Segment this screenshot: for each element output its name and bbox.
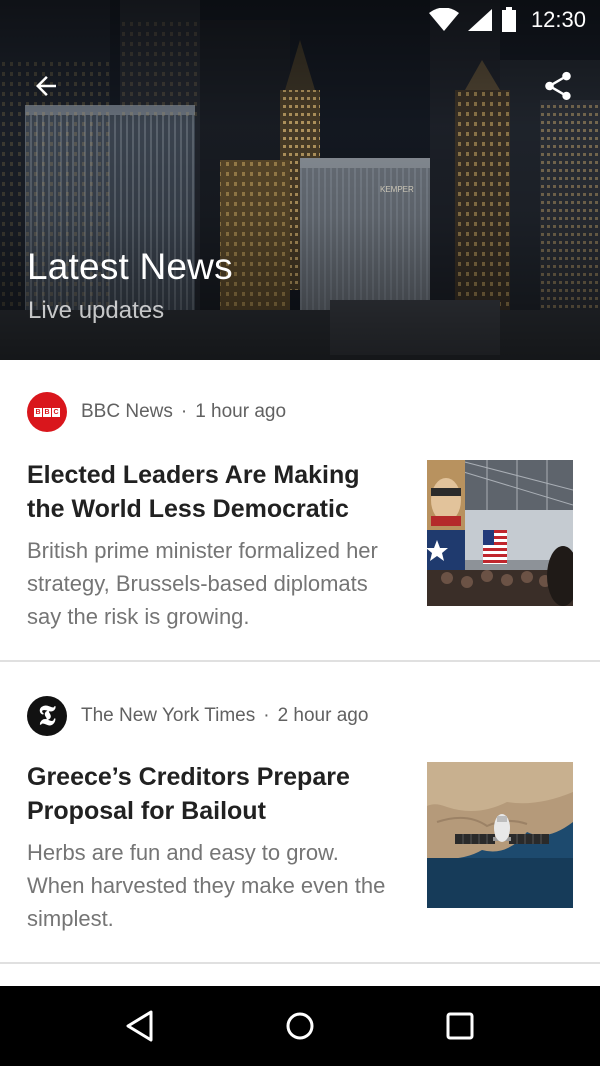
article-source: BBC News xyxy=(81,401,173,422)
battery-icon xyxy=(501,7,517,33)
article-card[interactable]: 𝕿 The New York Times · 2 hour ago Greece… xyxy=(0,662,600,964)
recents-square-icon xyxy=(446,1012,474,1040)
rally-with-american-flag-image xyxy=(427,460,573,606)
article-summary: British prime minister formalized her st… xyxy=(27,538,378,629)
nav-home-button[interactable] xyxy=(260,996,340,1056)
cellular-signal-icon xyxy=(467,8,493,32)
nav-recents-button[interactable] xyxy=(420,996,500,1056)
article-title[interactable]: Greece’s Creditors Prepare Proposal for … xyxy=(27,760,397,828)
system-nav-bar xyxy=(0,986,600,1066)
satellite-over-earth-image xyxy=(427,762,573,908)
source-separator: · xyxy=(180,401,188,422)
article-thumbnail[interactable] xyxy=(427,762,573,908)
page-subtitle: Live updates xyxy=(28,297,165,324)
hero-header: KEMPER 12:30 Latest N xyxy=(0,0,600,360)
back-button[interactable] xyxy=(22,62,70,110)
arrow-left-icon xyxy=(36,76,56,96)
back-triangle-icon xyxy=(126,1010,153,1042)
status-bar: 12:30 xyxy=(0,0,600,40)
article-timestamp: 2 hour ago xyxy=(277,705,369,726)
source-separator: · xyxy=(263,705,270,726)
article-summary: Herbs are fun and easy to grow. When har… xyxy=(27,840,386,931)
article-source-row: 𝕿 The New York Times · 2 hour ago xyxy=(27,696,368,736)
wifi-icon xyxy=(428,8,459,32)
article-timestamp: 1 hour ago xyxy=(195,401,287,422)
article-source-row: BBC BBC News · 1 hour ago xyxy=(27,392,286,432)
status-time: 12:30 xyxy=(530,7,586,32)
article-title[interactable]: Elected Leaders Are Making the World Les… xyxy=(27,458,397,526)
article-source: The New York Times xyxy=(81,705,256,726)
article-thumbnail[interactable] xyxy=(427,460,573,606)
page-title: Latest News xyxy=(27,246,233,287)
nyt-logo-icon: 𝕿 xyxy=(27,696,67,736)
article-card[interactable]: BBC BBC News · 1 hour ago Elected Leader… xyxy=(0,360,600,662)
home-circle-icon xyxy=(286,1012,314,1040)
nav-back-button[interactable] xyxy=(100,996,180,1056)
share-icon xyxy=(545,71,571,101)
news-feed: BBC BBC News · 1 hour ago Elected Leader… xyxy=(0,360,600,964)
bbc-logo-icon: BBC xyxy=(27,392,67,432)
share-button[interactable] xyxy=(534,62,582,110)
